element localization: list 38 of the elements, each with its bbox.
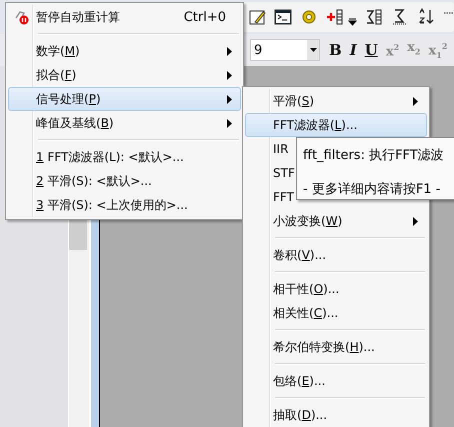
underline-button[interactable]: U: [362, 36, 381, 64]
menu-item[interactable]: 相关性(C)...: [245, 301, 427, 325]
menu-item[interactable]: 平滑(S): [245, 89, 427, 113]
menu-item[interactable]: 3 平滑(S): <上次使用的>...: [8, 193, 241, 217]
tooltip-title: fft_filters: 执行FFT滤波: [303, 147, 444, 164]
submenu-arrow-icon: [227, 118, 232, 128]
menu-item[interactable]: 峰值及基线(B): [8, 111, 241, 135]
submenu-arrow-icon: [413, 96, 418, 106]
italic-button[interactable]: I: [346, 36, 360, 64]
bold-button[interactable]: B: [326, 36, 345, 64]
submenu-arrow-icon: [413, 216, 418, 226]
add-column-icon[interactable]: [326, 8, 344, 26]
gear-icon[interactable]: [300, 8, 318, 26]
tooltip-hint: - 更多详细内容请按F1 -: [303, 181, 440, 198]
dropdown-caret-icon: [310, 48, 316, 52]
menu-item[interactable]: 数学(M): [8, 39, 241, 63]
submenu-arrow-icon: [227, 70, 232, 80]
sigma-stats-icon[interactable]: [391, 8, 409, 26]
menu-item[interactable]: 1 FFT滤波器(L): <默认>...: [8, 145, 241, 169]
submenu-arrow-icon: [227, 46, 232, 56]
menu-item[interactable]: 小波变换(W): [245, 209, 427, 233]
menu-item[interactable]: 信号处理(P): [8, 87, 241, 111]
menu-item[interactable]: 抽取(D)...: [245, 403, 427, 427]
pause-icon: [13, 9, 29, 25]
menu-item[interactable]: 卷积(V)...: [245, 243, 427, 267]
submenu-arrow-icon: [227, 94, 232, 104]
menu-item[interactable]: FFT滤波器(L)...: [245, 113, 427, 137]
edit-icon[interactable]: [248, 8, 266, 26]
menu-item[interactable]: 包络(E)...: [245, 369, 427, 393]
menu-item[interactable]: 暂停自动重计算 Ctrl+0: [8, 5, 241, 29]
sigma-column-icon[interactable]: [365, 8, 383, 26]
menu-item[interactable]: 拟合(F): [8, 63, 241, 87]
sort-icon[interactable]: [417, 8, 435, 26]
console-icon[interactable]: [274, 8, 292, 26]
menu-item[interactable]: 2 平滑(S): <默认>...: [8, 169, 241, 193]
menu-item[interactable]: 相干性(O)...: [245, 277, 427, 301]
font-size-combobox[interactable]: 9: [250, 39, 320, 61]
menu-item[interactable]: 希尔伯特变换(H)...: [245, 335, 427, 359]
